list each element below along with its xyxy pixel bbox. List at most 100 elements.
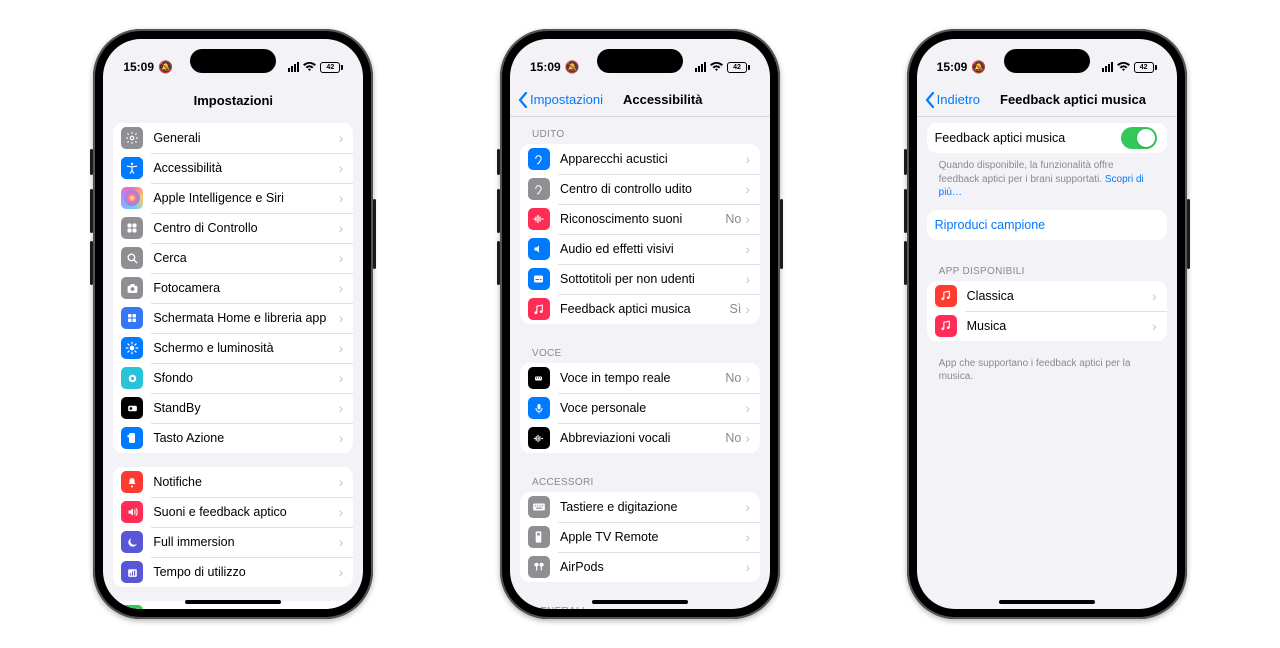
row-label: Musica bbox=[967, 319, 1152, 333]
row-label: Voce in tempo reale bbox=[560, 371, 725, 385]
chevron-right-icon: › bbox=[339, 535, 344, 549]
page-title: Impostazioni bbox=[103, 93, 363, 108]
row-label: Centro di controllo udito bbox=[560, 182, 745, 196]
settings-row[interactable]: Sfondo› bbox=[113, 363, 353, 393]
settings-row[interactable]: Apple TV Remote› bbox=[520, 522, 760, 552]
navbar: Impostazioni Accessibilità bbox=[510, 83, 770, 117]
phone-music-haptics: 15:09🔕 42 Indietro Feedback aptici music… bbox=[907, 29, 1187, 619]
live-speech-icon bbox=[528, 367, 550, 389]
settings-row[interactable]: Tastiere e digitazione› bbox=[520, 492, 760, 522]
row-value: No bbox=[725, 431, 741, 445]
row-label: Generali bbox=[153, 131, 338, 145]
row-label: Sfondo bbox=[153, 371, 338, 385]
settings-row[interactable]: AirPods› bbox=[520, 552, 760, 582]
row-value: No bbox=[725, 212, 741, 226]
settings-row[interactable]: Feedback aptici musicaSì› bbox=[520, 294, 760, 324]
chevron-right-icon: › bbox=[339, 371, 344, 385]
phone-accessibility: 15:09🔕 42 Impostazioni Accessibilità UDI… bbox=[500, 29, 780, 619]
classical-app-icon bbox=[935, 285, 957, 307]
row-label: Audio ed effetti visivi bbox=[560, 242, 745, 256]
settings-row[interactable]: Centro di controllo udito› bbox=[520, 174, 760, 204]
settings-row[interactable]: Tasto Azione› bbox=[113, 423, 353, 453]
settings-row[interactable]: StandBy› bbox=[113, 393, 353, 423]
row-label: Riconoscimento suoni bbox=[560, 212, 725, 226]
settings-row[interactable]: Voce in tempo realeNo› bbox=[520, 363, 760, 393]
page-title: Feedback aptici musica bbox=[982, 92, 1169, 107]
settings-row[interactable]: Musica› bbox=[927, 311, 1167, 341]
chevron-right-icon: › bbox=[745, 302, 750, 316]
row-label: Schermata Home e libreria app bbox=[153, 311, 338, 325]
music-haptics-icon bbox=[528, 298, 550, 320]
row-label: AirPods bbox=[560, 560, 745, 574]
row-label: Fotocamera bbox=[153, 281, 338, 295]
settings-row[interactable]: Riconoscimento suoniNo› bbox=[520, 204, 760, 234]
chevron-right-icon: › bbox=[339, 475, 344, 489]
row-label: Voce personale bbox=[560, 401, 745, 415]
action-button-icon bbox=[121, 427, 143, 449]
wallpaper-icon bbox=[121, 367, 143, 389]
settings-row[interactable]: Apple Intelligence e Siri› bbox=[113, 183, 353, 213]
settings-row[interactable]: Fotocamera› bbox=[113, 273, 353, 303]
camera-icon bbox=[121, 277, 143, 299]
back-button[interactable]: Impostazioni bbox=[518, 92, 603, 108]
chevron-right-icon: › bbox=[745, 152, 750, 166]
music-haptics-toggle-row[interactable]: Feedback aptici musica bbox=[927, 123, 1167, 153]
siri-icon bbox=[121, 187, 143, 209]
home-indicator[interactable] bbox=[592, 600, 688, 604]
chevron-right-icon: › bbox=[339, 251, 344, 265]
sounds-icon bbox=[121, 501, 143, 523]
row-label: Apparecchi acustici bbox=[560, 152, 745, 166]
settings-row[interactable]: Classica› bbox=[927, 281, 1167, 311]
back-button[interactable]: Indietro bbox=[925, 92, 980, 108]
sound-recognition-icon bbox=[528, 208, 550, 230]
row-label: Full immersion bbox=[153, 535, 338, 549]
home-screen-icon bbox=[121, 307, 143, 329]
settings-row[interactable]: Audio ed effetti visivi› bbox=[520, 234, 760, 264]
settings-row[interactable]: Sottotitoli per non udenti› bbox=[520, 264, 760, 294]
settings-row[interactable]: Schermo e luminosità› bbox=[113, 333, 353, 363]
settings-row[interactable]: Centro di Controllo› bbox=[113, 213, 353, 243]
chevron-right-icon: › bbox=[339, 565, 344, 579]
notifications-icon bbox=[121, 471, 143, 493]
subtitles-icon bbox=[528, 268, 550, 290]
row-label: StandBy bbox=[153, 401, 338, 415]
row-label: Centro di Controllo bbox=[153, 221, 338, 235]
section-header: VOCE bbox=[520, 336, 760, 363]
row-label: Notifiche bbox=[153, 475, 338, 489]
music-app-icon bbox=[935, 315, 957, 337]
apps-footer: App che supportano i feedback aptici per… bbox=[927, 355, 1167, 394]
chevron-right-icon: › bbox=[339, 505, 344, 519]
chevron-right-icon: › bbox=[745, 272, 750, 286]
settings-row[interactable]: Schermata Home e libreria app› bbox=[113, 303, 353, 333]
settings-row[interactable]: Accessibilità› bbox=[113, 153, 353, 183]
row-label: Feedback aptici musica bbox=[560, 302, 730, 316]
play-sample-button[interactable]: Riproduci campione bbox=[927, 210, 1167, 240]
settings-row[interactable]: Full immersion› bbox=[113, 527, 353, 557]
settings-row[interactable]: Abbreviazioni vocaliNo› bbox=[520, 423, 760, 453]
settings-row[interactable]: Tempo di utilizzo› bbox=[113, 557, 353, 587]
settings-row[interactable]: Apparecchi acustici› bbox=[520, 144, 760, 174]
settings-row[interactable]: Voce personale› bbox=[520, 393, 760, 423]
chevron-right-icon: › bbox=[745, 182, 750, 196]
home-indicator[interactable] bbox=[185, 600, 281, 604]
settings-row[interactable]: Generali› bbox=[113, 123, 353, 153]
section-header: UDITO bbox=[520, 117, 760, 144]
chevron-right-icon: › bbox=[339, 161, 344, 175]
control-center-icon bbox=[121, 217, 143, 239]
toggle-switch[interactable] bbox=[1121, 127, 1157, 149]
settings-row[interactable]: Cerca› bbox=[113, 243, 353, 273]
description: Quando disponibile, la funzionalità offr… bbox=[927, 157, 1167, 210]
wifi-icon bbox=[1117, 62, 1130, 72]
home-indicator[interactable] bbox=[999, 600, 1095, 604]
signal-icon bbox=[288, 62, 299, 72]
chevron-right-icon: › bbox=[745, 401, 750, 415]
settings-row[interactable]: Notifiche› bbox=[113, 467, 353, 497]
tv-remote-icon bbox=[528, 526, 550, 548]
keyboard-icon bbox=[528, 496, 550, 518]
battery-icon: 42 bbox=[320, 62, 343, 73]
settings-row[interactable]: Suoni e feedback aptico› bbox=[113, 497, 353, 527]
chevron-right-icon: › bbox=[745, 371, 750, 385]
signal-icon bbox=[1102, 62, 1113, 72]
wifi-icon bbox=[710, 62, 723, 72]
row-label: Schermo e luminosità bbox=[153, 341, 338, 355]
